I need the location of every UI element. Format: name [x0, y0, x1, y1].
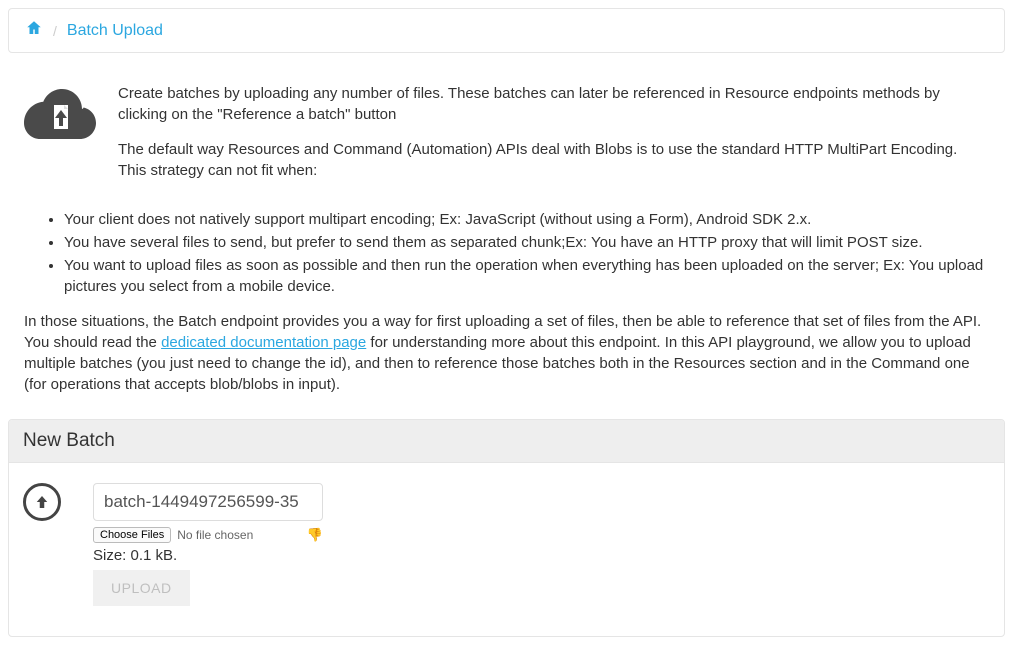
- panel-title: New Batch: [9, 420, 1004, 463]
- upload-button[interactable]: UPLOAD: [93, 570, 190, 606]
- home-icon: [25, 19, 43, 37]
- batch-id-input[interactable]: [93, 483, 323, 521]
- breadcrumb: / Batch Upload: [8, 8, 1005, 53]
- breadcrumb-separator: /: [53, 23, 57, 39]
- list-item: You have several files to send, but pref…: [64, 232, 989, 253]
- cloud-upload-icon: [24, 87, 96, 139]
- list-item: You want to upload files as soon as poss…: [64, 255, 989, 297]
- upload-arrow-icon: [23, 483, 61, 521]
- breadcrumb-current[interactable]: Batch Upload: [67, 22, 163, 40]
- breadcrumb-home-link[interactable]: [25, 19, 43, 42]
- thumbs-down-icon[interactable]: 👎: [307, 527, 323, 543]
- bullet-list: Your client does not natively support mu…: [24, 209, 989, 297]
- intro-paragraph-2: The default way Resources and Command (A…: [118, 139, 989, 181]
- intro-text: Create batches by uploading any number o…: [118, 83, 989, 195]
- batch-form: Choose Files No file chosen 👎 Size: 0.1 …: [93, 483, 323, 606]
- choose-files-button[interactable]: Choose Files: [93, 527, 171, 543]
- file-status-text: No file chosen: [177, 528, 253, 542]
- list-item: Your client does not natively support mu…: [64, 209, 989, 230]
- size-text: Size: 0.1 kB.: [93, 547, 323, 564]
- outro-paragraph: In those situations, the Batch endpoint …: [24, 311, 989, 395]
- documentation-link[interactable]: dedicated documentation page: [161, 334, 366, 351]
- content-area: Create batches by uploading any number o…: [8, 73, 1005, 419]
- intro-paragraph-1: Create batches by uploading any number o…: [118, 83, 989, 125]
- new-batch-panel: New Batch Choose Files No file chosen 👎 …: [8, 419, 1005, 637]
